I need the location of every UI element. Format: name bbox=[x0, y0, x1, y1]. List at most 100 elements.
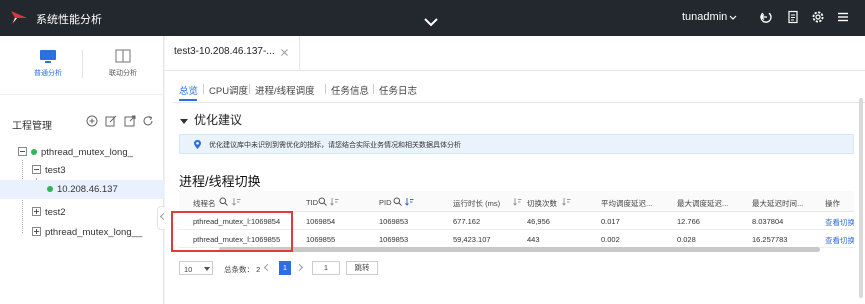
column-header: PID bbox=[379, 198, 392, 207]
column-header: TID bbox=[306, 198, 319, 207]
max-delay-cell: 12.766 bbox=[677, 217, 700, 226]
tree-node-label: test2 bbox=[45, 207, 66, 218]
tree-node-test2[interactable]: test2 bbox=[0, 203, 164, 222]
page-size-value: 10 bbox=[184, 265, 193, 274]
logout-icon[interactable] bbox=[759, 10, 773, 24]
horizontal-scrollbar[interactable] bbox=[219, 247, 820, 252]
collapse-chevron-icon[interactable] bbox=[424, 17, 438, 27]
gear-icon[interactable] bbox=[811, 10, 825, 24]
export-icon[interactable] bbox=[124, 115, 136, 127]
switch-count-cell: 443 bbox=[527, 235, 540, 244]
refresh-icon[interactable] bbox=[142, 115, 154, 127]
prev-page-icon[interactable] bbox=[263, 263, 272, 272]
tree-node-ip[interactable]: 10.208.46.137 bbox=[0, 180, 164, 199]
project-management-title: 工程管理 bbox=[12, 121, 52, 132]
add-circle-icon[interactable] bbox=[86, 115, 98, 127]
max-delay-time-cell: 16.257783 bbox=[752, 235, 788, 244]
column-header: 最大延迟时间... bbox=[752, 199, 804, 208]
total-count: 总条数： 2 bbox=[224, 265, 261, 274]
column-header: 最大调度延迟... bbox=[677, 199, 729, 208]
next-page-icon[interactable] bbox=[295, 263, 304, 272]
mode-label: 普通分析 bbox=[34, 70, 62, 77]
search-icon[interactable] bbox=[393, 197, 402, 206]
split-view-icon bbox=[115, 49, 131, 63]
mode-divider bbox=[82, 50, 83, 78]
collapse-icon[interactable] bbox=[18, 147, 27, 156]
mode-normal-analysis[interactable]: 普通分析 bbox=[18, 48, 78, 78]
expand-icon[interactable] bbox=[32, 227, 41, 236]
monitor-icon bbox=[40, 50, 56, 63]
close-icon[interactable] bbox=[281, 49, 288, 56]
pid-cell: 1069853 bbox=[379, 217, 409, 226]
optimization-title: 优化建议 bbox=[194, 113, 243, 127]
column-header: 平均调度延迟... bbox=[601, 199, 653, 208]
chevron-down-icon bbox=[204, 267, 210, 271]
column-header: 切换次数 bbox=[527, 199, 557, 208]
switch-count-cell: 46,956 bbox=[527, 217, 550, 226]
tid-cell: 1069854 bbox=[306, 217, 336, 226]
username[interactable]: tunadmin bbox=[682, 11, 727, 23]
location-pin-icon bbox=[194, 140, 201, 149]
tab-separator bbox=[249, 84, 250, 94]
notice-banner: 优化建议库中未识别到需优化的指标，请您结合实际业务情况和相关数据具体分析 bbox=[179, 134, 854, 154]
jump-page-input[interactable]: 1 bbox=[312, 261, 340, 275]
pid-cell: 1069853 bbox=[379, 235, 409, 244]
doc-tab-label: test3-10.208.46.137-... bbox=[174, 46, 275, 57]
tree-node-project[interactable]: pthread_mutex_long_ bbox=[0, 143, 164, 162]
view-switch-link[interactable]: 查看切换 bbox=[825, 235, 854, 246]
doc-tab[interactable]: test3-10.208.46.137-... bbox=[165, 36, 300, 70]
sidebar: 普通分析 联动分析 工程管理 pthread_mutex_long_ test3 bbox=[0, 36, 164, 304]
sort-icon[interactable] bbox=[562, 197, 571, 206]
avg-delay-cell: 0.002 bbox=[601, 235, 620, 244]
collapse-icon[interactable] bbox=[32, 165, 41, 174]
main-panel: test3-10.208.46.137-... 总览 CPU调度 进程/线程调度… bbox=[165, 36, 865, 304]
tree-node-label: test3 bbox=[45, 165, 66, 176]
view-switch-link[interactable]: 查看切换 bbox=[825, 217, 854, 228]
run-time-cell: 677.162 bbox=[453, 217, 481, 226]
sort-icon[interactable] bbox=[232, 197, 241, 206]
tab-bar-divider bbox=[165, 70, 865, 71]
sort-icon[interactable] bbox=[330, 197, 339, 206]
tab-task-info[interactable]: 任务信息 bbox=[331, 83, 369, 97]
tab-separator bbox=[203, 84, 204, 94]
column-header: 操作 bbox=[825, 199, 840, 208]
status-dot bbox=[31, 149, 37, 155]
tab-overview[interactable]: 总览 bbox=[179, 83, 198, 97]
column-header: 线程名 bbox=[193, 199, 216, 208]
tab-cpu-schedule[interactable]: CPU调度 bbox=[209, 83, 248, 97]
sort-icon[interactable] bbox=[405, 197, 414, 206]
menu-icon[interactable] bbox=[836, 10, 850, 24]
tree-node-test3[interactable]: test3 bbox=[0, 161, 164, 180]
active-tab-indicator bbox=[179, 99, 197, 101]
logo-icon bbox=[11, 11, 27, 25]
vertical-scrollbar[interactable] bbox=[859, 98, 863, 298]
document-icon[interactable] bbox=[786, 10, 800, 24]
page-size-select[interactable]: 10 bbox=[179, 261, 213, 275]
sidebar-divider bbox=[0, 94, 164, 95]
expand-icon[interactable] bbox=[32, 207, 41, 216]
section-collapse-icon[interactable] bbox=[180, 119, 188, 124]
current-page[interactable]: 1 bbox=[279, 261, 291, 275]
tab-task-log[interactable]: 任务日志 bbox=[379, 83, 417, 97]
run-time-cell: 59,423.107 bbox=[453, 235, 491, 244]
tree-node-label: 10.208.46.137 bbox=[57, 184, 118, 195]
mode-linked-analysis[interactable]: 联动分析 bbox=[93, 48, 153, 78]
sub-tabs-divider bbox=[173, 102, 865, 103]
tab-separator bbox=[373, 84, 374, 94]
sort-icon[interactable] bbox=[513, 197, 522, 206]
jump-button[interactable]: 跳转 bbox=[346, 261, 378, 275]
tab-separator bbox=[325, 84, 326, 94]
edit-icon[interactable] bbox=[105, 115, 117, 127]
tree-node-project-2[interactable]: pthread_mutex_long__ bbox=[0, 223, 164, 242]
app-title: 系统性能分析 bbox=[36, 14, 102, 26]
mode-label: 联动分析 bbox=[109, 70, 137, 77]
top-bar: 系统性能分析 tunadmin bbox=[0, 0, 865, 36]
search-icon[interactable] bbox=[219, 197, 228, 206]
tree-node-label: pthread_mutex_long__ bbox=[45, 227, 143, 238]
tab-process-thread-schedule[interactable]: 进程/线程调度 bbox=[255, 83, 315, 97]
status-dot bbox=[47, 186, 53, 192]
highlight-box bbox=[171, 211, 293, 252]
avg-delay-cell: 0.017 bbox=[601, 217, 620, 226]
user-caret-icon[interactable] bbox=[729, 15, 737, 21]
search-icon[interactable] bbox=[318, 197, 327, 206]
